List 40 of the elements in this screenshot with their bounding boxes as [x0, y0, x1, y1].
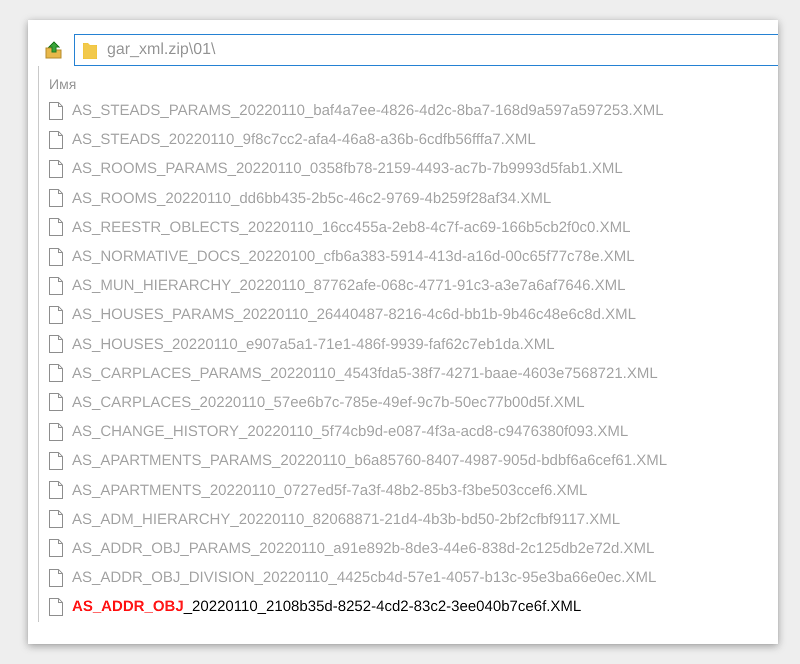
- file-name[interactable]: AS_CARPLACES_PARAMS_20220110_4543fda5-38f7-4271-baae-4603e7568721.XML: [72, 364, 658, 382]
- file-name[interactable]: AS_ROOMS_20220110_dd6bb435-2b5c-46c2-9769-4b259f28af34.XML: [72, 190, 552, 207]
- file-icon: [49, 189, 63, 208]
- file-name[interactable]: AS_ADM_HIERARCHY_20220110_82068871-21d4-4b3b-bd50-2bf2cfbf9117.XML: [72, 510, 620, 528]
- file-icon: [49, 393, 63, 412]
- file-name[interactable]: AS_STEADS_PARAMS_20220110_baf4a7ee-4826-4d2c-8ba7-168d9a597a597253.XML: [72, 102, 664, 120]
- column-header[interactable]: Имя: [49, 72, 76, 96]
- file-name[interactable]: AS_ADDR_OBJ_20220110_2108b35d-8252-4cd2-83c2-3ee040b7ce6f.XML: [72, 598, 582, 616]
- file-icon: [49, 481, 63, 500]
- file-icon: [49, 130, 63, 149]
- file-icon: [49, 422, 63, 441]
- file-name[interactable]: AS_ADDR_OBJ_DIVISION_20220110_4425cb4d-57e1-4057-b13c-95e3ba66e0ec.XML: [72, 569, 656, 586]
- file-name[interactable]: AS_ROOMS_PARAMS_20220110_0358fb78-2159-4493-ac7b-7b9993d5fab1.XML: [72, 160, 623, 178]
- file-icon: [49, 568, 63, 587]
- folder-icon: [83, 41, 97, 59]
- file-icon: [49, 364, 63, 382]
- file-icon: [49, 248, 63, 266]
- file-icon: [49, 452, 63, 470]
- file-icon: [49, 218, 63, 236]
- file-icon: [49, 306, 63, 324]
- file-icon: [49, 102, 63, 120]
- file-name[interactable]: AS_HOUSES_PARAMS_20220110_26440487-8216-4c6d-bb1b-9b46c48e6c8d.XML: [72, 306, 636, 324]
- file-name[interactable]: AS_CHANGE_HISTORY_20220110_5f74cb9d-e087-4f3a-acd8-c9476380f093.XML: [72, 423, 628, 440]
- file-icon: [49, 539, 63, 558]
- file-icon: [49, 510, 63, 528]
- file-name[interactable]: AS_STEADS_20220110_9f8c7cc2-afa4-46a8-a36b-6cdfb56fffa7.XML: [72, 131, 536, 148]
- file-icon: [49, 276, 63, 295]
- file-name[interactable]: AS_APARTMENTS_20220110_0727ed5f-7a3f-48b2-85b3-f3be503ccef6.XML: [72, 482, 588, 499]
- file-icon: [49, 598, 63, 616]
- file-name[interactable]: AS_REESTR_OBLECTS_20220110_16cc455a-2eb8-4c7f-ac69-166b5cb2f0c0.XML: [72, 218, 630, 236]
- file-name[interactable]: AS_CARPLACES_20220110_57ee6b7c-785e-49ef-9c7b-50ec77b00d5f.XML: [72, 394, 585, 411]
- file-icon: [49, 335, 63, 354]
- file-name[interactable]: AS_ADDR_OBJ_PARAMS_20220110_a91e892b-8de3-44e6-838d-2c125db2e72d.XML: [72, 540, 654, 557]
- folder-up-arrow-icon[interactable]: [44, 40, 64, 60]
- address-field[interactable]: gar_xml.zip\01\: [74, 34, 778, 66]
- file-name[interactable]: AS_MUN_HIERARCHY_20220110_87762afe-068c-4771-91c3-a3e7a6af7646.XML: [72, 277, 626, 294]
- file-name[interactable]: AS_NORMATIVE_DOCS_20220100_cfb6a383-5914-413d-a16d-00c65f77c78e.XML: [72, 248, 635, 266]
- file-icon: [49, 160, 63, 178]
- file-name[interactable]: AS_APARTMENTS_PARAMS_20220110_b6a85760-8407-4987-905d-bdbf6a6cef61.XML: [72, 452, 668, 470]
- file-name[interactable]: AS_HOUSES_20220110_e907a5a1-71e1-486f-9939-faf62c7eb1da.XML: [72, 336, 555, 353]
